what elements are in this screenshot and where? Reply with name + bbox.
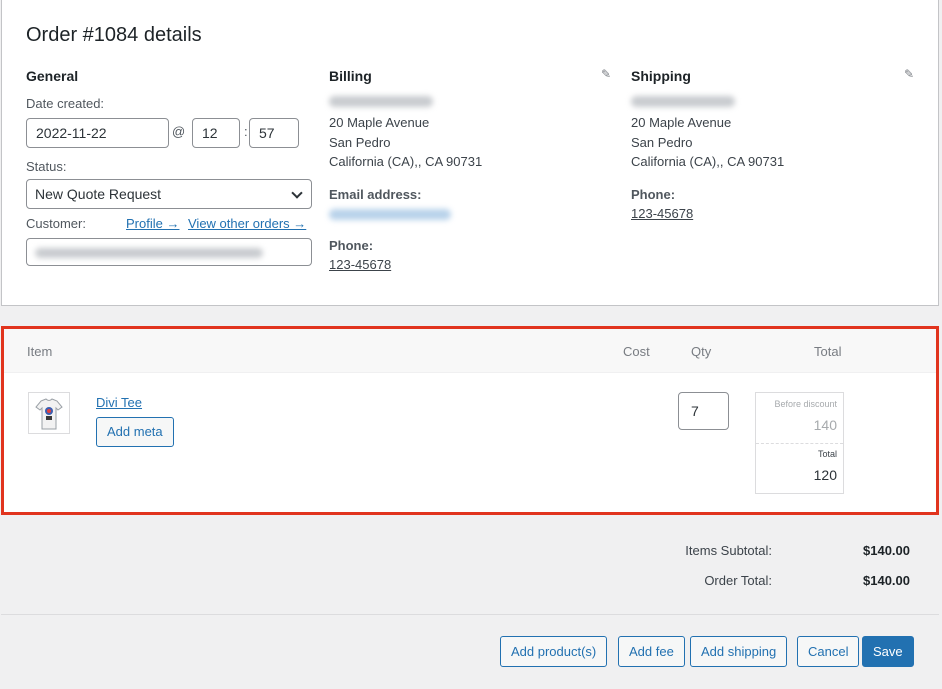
line-total-label: Total <box>817 449 837 459</box>
billing-phone-label: Phone: <box>329 237 374 253</box>
actions-divider <box>1 614 939 615</box>
quantity-input[interactable]: 7 <box>678 392 729 430</box>
at-separator: @ <box>172 124 186 139</box>
items-subtotal-value: $140.00 <box>863 543 910 558</box>
edit-billing-pencil-icon[interactable]: ✎ <box>601 68 613 80</box>
order-total-label: Order Total: <box>704 573 772 588</box>
add-products-button[interactable]: Add product(s) <box>500 636 608 667</box>
product-name-link[interactable]: Divi Tee <box>96 395 142 410</box>
before-discount-value: 140 <box>813 417 837 433</box>
line-total-input[interactable]: 120 <box>814 467 837 483</box>
order-items-panel: Item Cost Qty Total Divi Tee Add meta 7 … <box>1 326 939 515</box>
add-meta-button[interactable]: Add meta <box>96 417 174 447</box>
customer-select[interactable] <box>26 238 312 266</box>
status-label: Status: <box>26 159 67 174</box>
billing-heading: Billing <box>329 68 372 84</box>
product-thumbnail <box>28 392 70 434</box>
billing-address-line: San Pedro <box>329 134 391 150</box>
shipping-heading: Shipping <box>631 68 691 84</box>
shipping-phone-link[interactable]: 123-45678 <box>631 206 693 221</box>
shipping-address-line: San Pedro <box>631 134 693 150</box>
add-shipping-button[interactable]: Add shipping <box>690 636 788 667</box>
item-column-header: Item <box>27 344 53 359</box>
general-column: General Date created: 2022-11-22 @ 12 : … <box>26 68 312 266</box>
chevron-down-icon <box>291 187 303 199</box>
shipping-address-line: California (CA),, CA 90731 <box>631 154 785 169</box>
date-created-label: Date created: <box>26 96 105 111</box>
billing-column: Billing ✎ 20 Maple Avenue San Pedro Cali… <box>329 68 619 274</box>
email-label: Email address: <box>329 186 422 202</box>
shipping-phone-label: Phone: <box>631 186 676 202</box>
time-separator: : <box>244 124 248 139</box>
date-created-input[interactable]: 2022-11-22 <box>26 118 169 148</box>
hour-input[interactable]: 12 <box>192 118 240 148</box>
line-total-box: Before discount 140 Total 120 <box>755 392 844 494</box>
redacted-customer <box>35 248 263 258</box>
qty-column-header: Qty <box>691 344 712 359</box>
page-title: Order #1084 details <box>26 24 202 46</box>
total-column-header: Total <box>814 344 842 359</box>
redacted-shipping-name <box>631 96 735 107</box>
edit-shipping-pencil-icon[interactable]: ✎ <box>904 68 916 80</box>
tshirt-icon <box>35 398 63 430</box>
before-discount-label: Before discount <box>774 399 837 409</box>
items-table-header: Item Cost Qty Total <box>4 329 936 373</box>
total-divider <box>756 443 843 444</box>
status-value: New Quote Request <box>35 186 162 202</box>
order-total-value: $140.00 <box>863 573 910 588</box>
save-button[interactable]: Save <box>862 636 914 667</box>
billing-address-line: 20 Maple Avenue <box>329 115 430 130</box>
cancel-button[interactable]: Cancel <box>797 636 860 667</box>
redacted-billing-name <box>329 96 433 107</box>
general-heading: General <box>26 68 79 84</box>
cost-column-header: Cost <box>623 344 650 359</box>
billing-address-line: California (CA),, CA 90731 <box>329 154 483 169</box>
add-fee-button[interactable]: Add fee <box>618 636 685 667</box>
customer-label: Customer: <box>26 216 86 231</box>
profile-link[interactable]: Profile → <box>126 216 179 231</box>
redacted-email-link[interactable] <box>329 208 451 220</box>
view-other-orders-link[interactable]: View other orders → <box>188 216 306 231</box>
minute-input[interactable]: 57 <box>249 118 299 148</box>
shipping-address-line: 20 Maple Avenue <box>631 115 732 130</box>
shipping-column: Shipping ✎ 20 Maple Avenue San Pedro Cal… <box>631 68 921 223</box>
status-select[interactable]: New Quote Request <box>26 179 312 209</box>
items-subtotal-label: Items Subtotal: <box>685 543 772 558</box>
billing-phone-link[interactable]: 123-45678 <box>329 257 391 272</box>
order-data-panel: Order #1084 details General Date created… <box>1 0 939 306</box>
